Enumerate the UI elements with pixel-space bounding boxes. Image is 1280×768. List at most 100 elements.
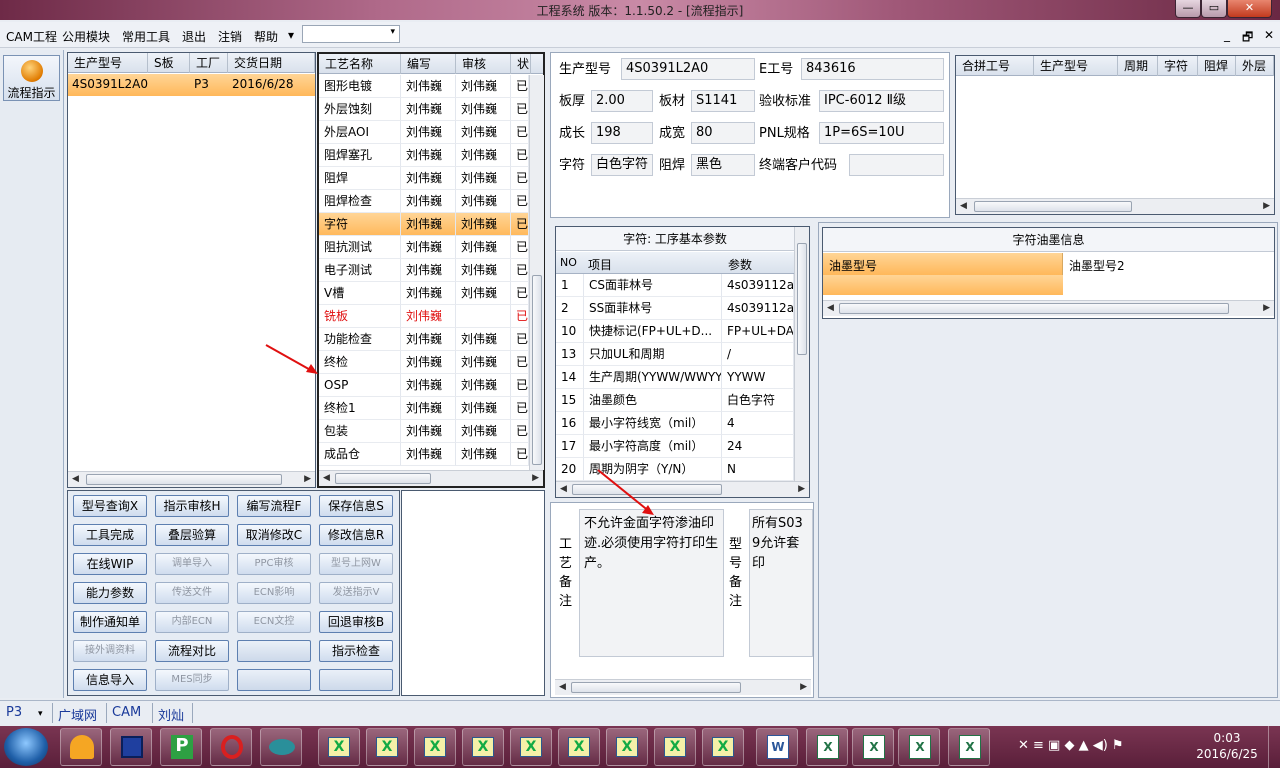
table-row[interactable]: 图形电镀 刘伟巍 刘伟巍已 bbox=[319, 75, 529, 98]
action-button-0-3[interactable]: 保存信息S bbox=[319, 495, 393, 517]
action-button-1-1[interactable]: 叠层验算 bbox=[155, 524, 229, 546]
col-combo-mask[interactable]: 阻焊 bbox=[1198, 56, 1236, 76]
table-row[interactable]: 4S0391L2A0 P3 2016/6/28 bbox=[68, 74, 315, 96]
action-button-4-3[interactable]: 回退审核B bbox=[319, 611, 393, 633]
table-row[interactable]: 10快捷标记(FP+UL+D...FP+UL+DATE bbox=[556, 320, 794, 343]
menu-help[interactable]: 帮助 bbox=[254, 28, 278, 45]
process-vscrollbar[interactable] bbox=[529, 75, 544, 470]
params-vscrollbar[interactable] bbox=[794, 227, 809, 481]
table-row[interactable]: 阻抗测试 刘伟巍 刘伟巍已 bbox=[319, 236, 529, 259]
task-app-3[interactable]: X bbox=[414, 728, 456, 766]
col-combo-model[interactable]: 生产型号 bbox=[1034, 56, 1118, 76]
table-row[interactable]: 字符 刘伟巍 刘伟巍已 bbox=[319, 213, 529, 236]
menu-common-module[interactable]: 公用模块 bbox=[62, 28, 110, 45]
action-button-2-2[interactable]: PPC审核 bbox=[237, 553, 311, 575]
table-row[interactable]: 外层蚀刻 刘伟巍 刘伟巍已 bbox=[319, 98, 529, 121]
action-button-5-1[interactable]: 流程对比 bbox=[155, 640, 229, 662]
action-button-2-1[interactable]: 调单导入 bbox=[155, 553, 229, 575]
table-row[interactable]: 20 周期为阴字（Y/N） N bbox=[556, 458, 794, 481]
mdi-restore-button[interactable]: 🗗 bbox=[1242, 28, 1253, 49]
proc-remark-field[interactable]: 不允许金面字符渗油印迹.必须使用字符打印生产。 bbox=[579, 509, 724, 657]
action-button-2-0[interactable]: 在线WIP bbox=[73, 553, 147, 575]
col-no[interactable]: NO bbox=[560, 256, 577, 269]
chevron-down-icon[interactable]: ▾ bbox=[288, 28, 294, 42]
table-row[interactable]: 16 最小字符线宽（mil） 4 bbox=[556, 412, 794, 435]
word-icon[interactable]: W bbox=[756, 728, 798, 766]
action-button-5-3[interactable]: 指示检查 bbox=[319, 640, 393, 662]
col-sboard[interactable]: S板 bbox=[148, 53, 190, 73]
col-delivery[interactable]: 交货日期 bbox=[228, 53, 315, 73]
params-hscrollbar[interactable]: ◀ ▶ bbox=[556, 481, 809, 497]
col-combo-no[interactable]: 合拼工号 bbox=[956, 56, 1034, 76]
action-button-4-2[interactable]: ECN文控 bbox=[237, 611, 311, 633]
excel-icon-1[interactable]: X bbox=[806, 728, 848, 766]
table-row[interactable]: 1CS面菲林号4s039112a0 bbox=[556, 274, 794, 297]
maximize-button[interactable]: ▭ bbox=[1201, 0, 1227, 18]
action-button-6-1[interactable]: MES同步 bbox=[155, 669, 229, 691]
mdi-minimize-button[interactable]: _ bbox=[1224, 28, 1230, 42]
e-no-field[interactable]: 843616 bbox=[801, 58, 944, 80]
table-row[interactable]: 阻焊检查 刘伟巍 刘伟巍已 bbox=[319, 190, 529, 213]
task-app-4[interactable]: X bbox=[462, 728, 504, 766]
tray-icons[interactable]: ✕ ≡ ▣ ◆ ▲ ◀) ⚑ bbox=[1018, 738, 1168, 756]
ink-hscrollbar[interactable]: ◀ ▶ bbox=[823, 300, 1274, 316]
col-combo-char[interactable]: 字符 bbox=[1158, 56, 1198, 76]
col-item[interactable]: 项目 bbox=[588, 256, 612, 273]
table-row[interactable]: 电子测试 刘伟巍 刘伟巍已 bbox=[319, 259, 529, 282]
action-button-6-2[interactable] bbox=[237, 669, 311, 691]
table-row[interactable]: 14 生产周期(YYWW/WWYY) YYWW bbox=[556, 366, 794, 389]
table-row[interactable]: 终检 刘伟巍 刘伟巍已 bbox=[319, 351, 529, 374]
start-button[interactable] bbox=[4, 728, 48, 766]
table-row[interactable]: V槽 刘伟巍 刘伟巍已 bbox=[319, 282, 529, 305]
table-row[interactable]: 阻焊塞孔 刘伟巍 刘伟巍已 bbox=[319, 144, 529, 167]
char-field[interactable]: 白色字符 bbox=[591, 154, 653, 176]
col-model[interactable]: 生产型号 bbox=[68, 53, 148, 73]
flow-indicator-button[interactable]: 流程指示 bbox=[3, 55, 60, 101]
cust-field[interactable] bbox=[849, 154, 944, 176]
col-ink[interactable]: 油墨型号 bbox=[823, 253, 1063, 275]
table-row[interactable]: 15 油墨颜色 白色字符 bbox=[556, 389, 794, 412]
g-app-icon[interactable] bbox=[210, 728, 252, 766]
action-button-5-0[interactable]: 接外调资料 bbox=[73, 640, 147, 662]
table-row[interactable]: 阻焊 刘伟巍 刘伟巍已 bbox=[319, 167, 529, 190]
table-row[interactable]: 铣板 刘伟巍 已 bbox=[319, 305, 529, 328]
task-app-8[interactable]: X bbox=[654, 728, 696, 766]
table-row[interactable]: 包装 刘伟巍 刘伟巍已 bbox=[319, 420, 529, 443]
eye-app-icon[interactable] bbox=[260, 728, 302, 766]
p-app-icon[interactable]: P bbox=[160, 728, 202, 766]
std-field[interactable]: IPC-6012 Ⅱ级 bbox=[819, 90, 944, 112]
process-hscrollbar[interactable]: ◀ ▶ bbox=[319, 470, 543, 486]
table-row[interactable]: 2SS面菲林号4s039112a0 bbox=[556, 297, 794, 320]
action-button-3-0[interactable]: 能力参数 bbox=[73, 582, 147, 604]
pnl-field[interactable]: 1P=6S=10U bbox=[819, 122, 944, 144]
action-button-3-2[interactable]: ECN影响 bbox=[237, 582, 311, 604]
table-row[interactable]: 17 最小字符高度（mil） 24 bbox=[556, 435, 794, 458]
combo-hscrollbar[interactable]: ◀ ▶ bbox=[956, 198, 1274, 214]
show-desktop-button[interactable] bbox=[1268, 726, 1280, 768]
task-app-1[interactable]: X bbox=[318, 728, 360, 766]
table-row[interactable]: 外层AOI 刘伟巍 刘伟巍已 bbox=[319, 121, 529, 144]
chevron-down-icon[interactable]: ▾ bbox=[38, 709, 43, 719]
factory-select[interactable]: P3 bbox=[6, 705, 22, 720]
action-button-0-1[interactable]: 指示审核H bbox=[155, 495, 229, 517]
excel-icon-4[interactable]: X bbox=[948, 728, 990, 766]
excel-icon-3[interactable]: X bbox=[898, 728, 940, 766]
table-row[interactable]: 功能检查 刘伟巍 刘伟巍已 bbox=[319, 328, 529, 351]
task-app-5[interactable]: X bbox=[510, 728, 552, 766]
action-button-3-3[interactable]: 发送指示V bbox=[319, 582, 393, 604]
close-button[interactable]: ✕ bbox=[1227, 0, 1272, 18]
col-value[interactable]: 参数 bbox=[728, 256, 752, 273]
table-row[interactable] bbox=[823, 275, 1063, 295]
excel-icon-2[interactable]: X bbox=[852, 728, 894, 766]
col-combo-outer[interactable]: 外层 bbox=[1236, 56, 1274, 76]
col-author[interactable]: 编写 bbox=[401, 54, 456, 74]
menu-tools[interactable]: 常用工具 bbox=[122, 28, 170, 45]
action-button-6-3[interactable] bbox=[319, 669, 393, 691]
table-row[interactable]: 成品仓 刘伟巍 刘伟巍已 bbox=[319, 443, 529, 466]
task-app-6[interactable]: X bbox=[558, 728, 600, 766]
col-combo-cycle[interactable]: 周期 bbox=[1118, 56, 1158, 76]
length-field[interactable]: 198 bbox=[591, 122, 653, 144]
task-app-2[interactable]: X bbox=[366, 728, 408, 766]
action-button-0-2[interactable]: 编写流程F bbox=[237, 495, 311, 517]
col-ink2[interactable]: 油墨型号2 bbox=[1063, 253, 1274, 275]
